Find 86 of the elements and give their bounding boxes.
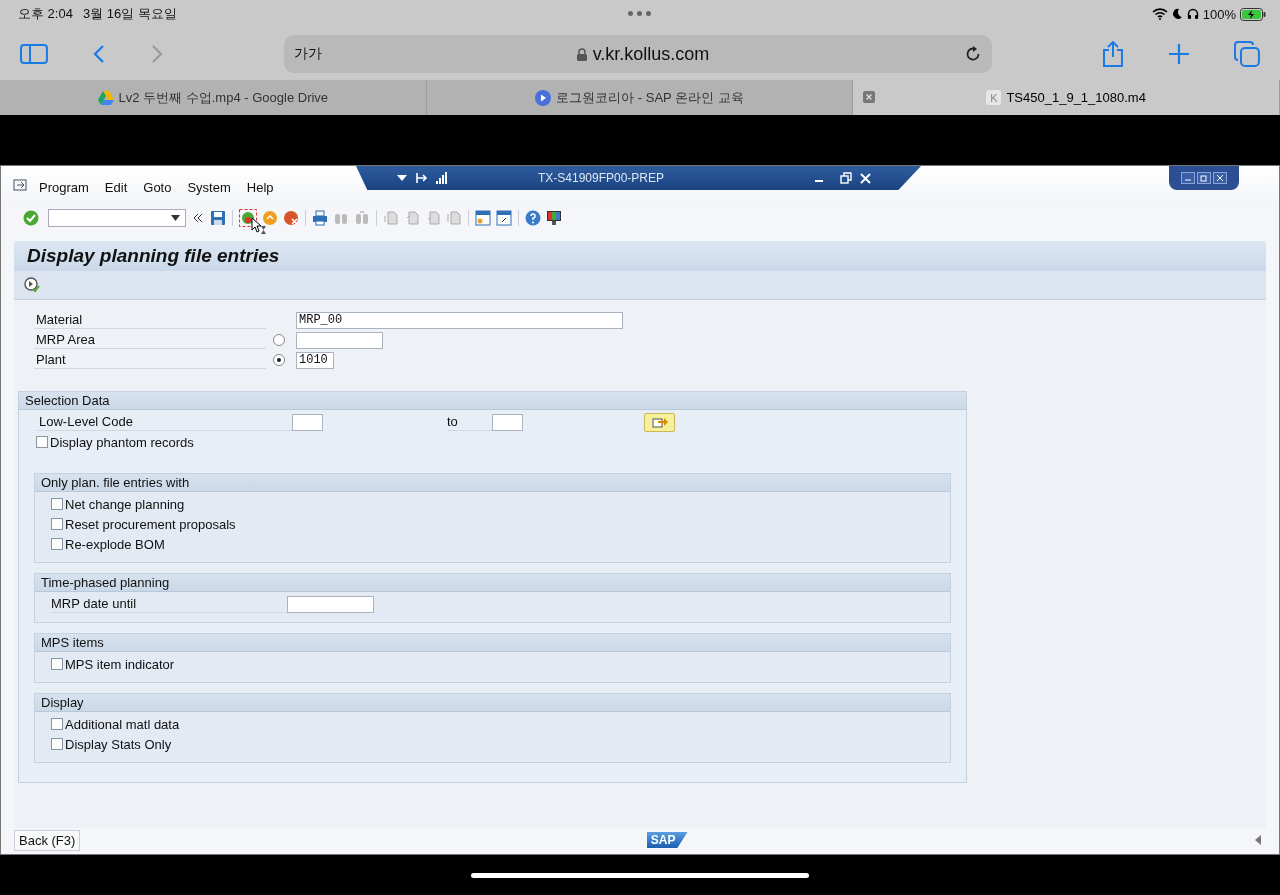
url-text: v.kr.kollus.com [592, 43, 710, 65]
battery-percent: 100% [1202, 6, 1236, 22]
menu-item[interactable]: Program [39, 180, 89, 195]
plus-icon[interactable] [1168, 43, 1191, 65]
checkbox-label: Additional matl data [65, 716, 180, 732]
wifi-icon [1151, 8, 1168, 20]
checkbox-label: MPS item indicator [65, 656, 175, 672]
lock-icon [576, 47, 587, 61]
checkbox[interactable] [51, 718, 63, 730]
more-dots-icon[interactable] [628, 11, 651, 16]
group-title: Selection Data [25, 393, 110, 408]
triangle-icon[interactable] [1254, 835, 1262, 845]
text-size-button[interactable]: 가가 [293, 45, 322, 63]
input-field[interactable] [296, 331, 383, 349]
dropdown-icon[interactable] [396, 174, 408, 182]
mouse-cursor-icon [251, 217, 267, 235]
sidebar-icon[interactable] [20, 44, 48, 64]
input-field[interactable] [492, 413, 523, 431]
address-field[interactable]: 가가 v.kr.kollus.com [283, 35, 993, 73]
checkbox[interactable] [51, 518, 63, 530]
group-title: Time-phased planning [41, 575, 170, 590]
tabs-overview-icon[interactable] [1234, 41, 1261, 67]
group-title: Only plan. file entries with [41, 475, 190, 490]
checkbox-label: Reset procurement proposals [65, 516, 236, 532]
field-label: Material [34, 311, 266, 329]
execute-icon[interactable] [24, 277, 40, 293]
checkbox[interactable] [51, 538, 63, 550]
checkbox-label: Net change planning [65, 496, 185, 512]
tab-label: TS450_1_9_1_1080.m4 [1006, 90, 1146, 105]
menu-item[interactable]: System [187, 180, 231, 195]
radio-button[interactable] [272, 334, 285, 346]
menu-item[interactable]: Goto [143, 180, 172, 195]
field-label: MRP Area [34, 331, 266, 349]
input-field[interactable] [287, 595, 374, 613]
caret-icon [171, 215, 180, 221]
signal-bars-icon [436, 172, 448, 184]
checkbox[interactable] [51, 498, 63, 510]
checkbox-label: Display phantom records [50, 434, 194, 450]
status-date: 3월 16일 목요일 [82, 5, 177, 23]
group-title: Display [41, 695, 84, 710]
status-time: 오후 2:04 [18, 5, 73, 23]
input-field[interactable]: MRP_00 [296, 311, 623, 329]
home-indicator[interactable] [471, 872, 809, 878]
site-badge: K [986, 90, 1002, 105]
restore-icon[interactable] [1197, 172, 1211, 184]
system-title: TX-S41909FP00-PREP [536, 171, 666, 185]
share-icon[interactable] [1102, 41, 1125, 67]
drive-icon [97, 90, 114, 105]
collapse-icon[interactable] [193, 213, 203, 223]
checkbox[interactable] [51, 658, 63, 670]
menu-icon[interactable] [13, 178, 27, 191]
screen-title: Display planning file entries [27, 245, 280, 267]
sap-logo: SAP [646, 832, 688, 848]
radio-button[interactable] [272, 354, 285, 366]
headphones-icon [1186, 8, 1199, 20]
checkbox[interactable] [36, 436, 48, 448]
tab-label: Lv2 두번째 수업.mp4 - Google Drive [118, 88, 329, 107]
checkbox-label: Re-explode BOM [65, 536, 165, 552]
cancel-icon[interactable] [283, 210, 299, 226]
moon-icon [1171, 8, 1183, 20]
save-icon[interactable] [210, 210, 226, 226]
restore-icon[interactable] [840, 172, 852, 184]
forward-icon[interactable] [149, 44, 164, 64]
play-icon [535, 89, 552, 106]
help-icon[interactable] [525, 210, 541, 226]
group-title: MPS items [41, 635, 104, 650]
tab-label: 로그원코리아 - SAP 온라인 교육 [556, 88, 744, 107]
battery-charging-icon [1240, 7, 1266, 21]
close-icon[interactable] [1213, 172, 1227, 184]
field-label: Plant [34, 351, 266, 369]
print-icon[interactable] [312, 210, 328, 226]
field-label: MRP date until [51, 595, 287, 613]
menu-item[interactable]: Help [246, 180, 274, 195]
input-field[interactable]: 1010 [296, 351, 334, 369]
enter-check-icon[interactable] [23, 210, 39, 226]
checkbox-label: Display Stats Only [65, 736, 172, 752]
input-field[interactable] [292, 413, 323, 431]
multiple-selection-button[interactable] [644, 412, 675, 432]
command-field[interactable] [48, 209, 186, 227]
browser-tab[interactable]: K TS450_1_9_1_1080.m4 [853, 80, 1280, 115]
arrow-icon [651, 416, 668, 428]
field-label: Low-Level Code [37, 413, 292, 431]
checkbox[interactable] [51, 738, 63, 750]
status-back-hint[interactable]: Back (F3) [14, 829, 81, 851]
monitor-icon[interactable] [546, 210, 562, 226]
menu-item[interactable]: Edit [104, 180, 128, 195]
